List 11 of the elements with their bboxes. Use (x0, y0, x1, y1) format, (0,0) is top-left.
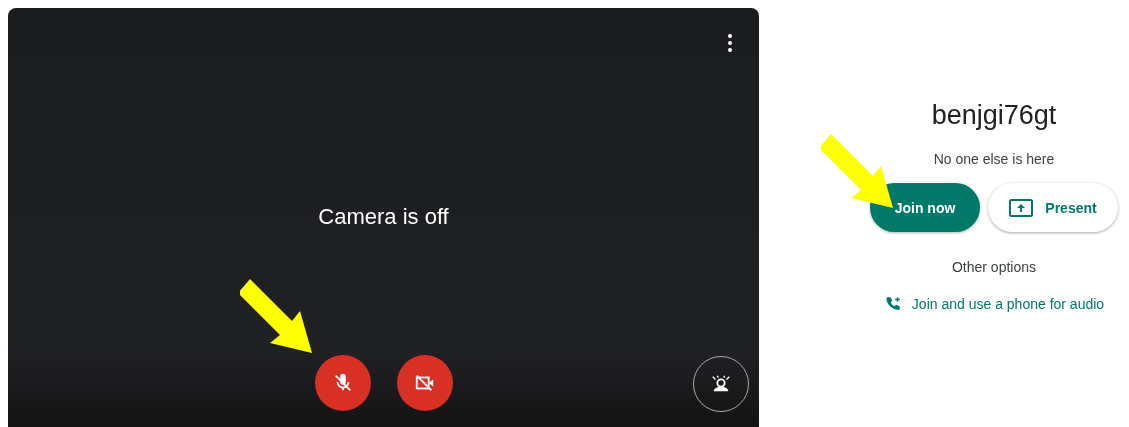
camera-status-text: Camera is off (318, 204, 449, 230)
phone-audio-link[interactable]: Join and use a phone for audio (883, 295, 1105, 313)
more-options-icon[interactable] (727, 33, 733, 53)
camera-off-icon (413, 372, 436, 394)
phone-icon (883, 295, 902, 313)
participants-status: No one else is here (933, 151, 1055, 167)
other-options-heading: Other options (951, 259, 1037, 275)
present-button[interactable]: Present (988, 183, 1118, 232)
join-button[interactable]: Join now (870, 183, 980, 232)
meeting-code: benjgi76gt (931, 100, 1057, 131)
present-screen-icon (1009, 197, 1034, 218)
